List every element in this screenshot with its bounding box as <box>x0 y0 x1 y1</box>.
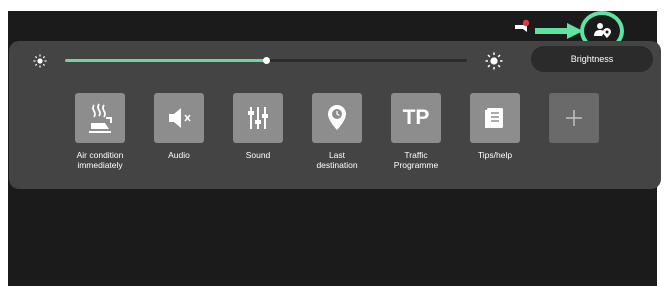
quick-settings-panel: Brightness Air condition immediately Aud… <box>9 41 661 189</box>
tile-air-condition[interactable]: Air condition immediately <box>62 93 138 170</box>
air-condition-icon <box>75 93 125 143</box>
tile-add[interactable] <box>536 93 612 150</box>
last-destination-icon <box>312 93 362 143</box>
infotainment-screen: Brightness Air condition immediately Aud… <box>8 11 661 286</box>
tile-label: Audio <box>168 150 190 160</box>
annotation-arrow <box>535 23 583 39</box>
tile-sound[interactable]: Sound <box>220 93 296 160</box>
profile-location-icon[interactable] <box>594 22 612 38</box>
tile-tips-help[interactable]: Tips/help <box>457 93 533 160</box>
tile-last-destination[interactable]: Last destination <box>299 93 375 170</box>
tile-label: Tips/help <box>477 150 513 160</box>
sound-equalizer-icon <box>233 93 283 143</box>
add-icon <box>549 93 599 143</box>
brightness-low-icon <box>33 54 47 68</box>
tile-traffic-programme[interactable]: TP Traffic Programme <box>378 93 454 170</box>
tile-audio[interactable]: Audio <box>141 93 217 160</box>
tile-label: Last destination <box>316 150 358 170</box>
brightness-slider-handle[interactable] <box>263 57 270 64</box>
traffic-programme-icon: TP <box>391 93 441 143</box>
brightness-button[interactable]: Brightness <box>531 46 653 72</box>
status-bar <box>8 11 657 51</box>
tips-help-icon <box>470 93 520 143</box>
brightness-slider-fill <box>65 59 266 62</box>
tile-label: Air condition immediately <box>76 150 124 170</box>
tile-label: Sound <box>245 150 271 160</box>
audio-mute-icon <box>154 93 204 143</box>
notification-icon[interactable] <box>514 19 530 35</box>
brightness-high-icon <box>485 52 503 70</box>
brightness-slider[interactable] <box>65 57 467 64</box>
tile-label: Traffic Programme <box>393 150 439 170</box>
